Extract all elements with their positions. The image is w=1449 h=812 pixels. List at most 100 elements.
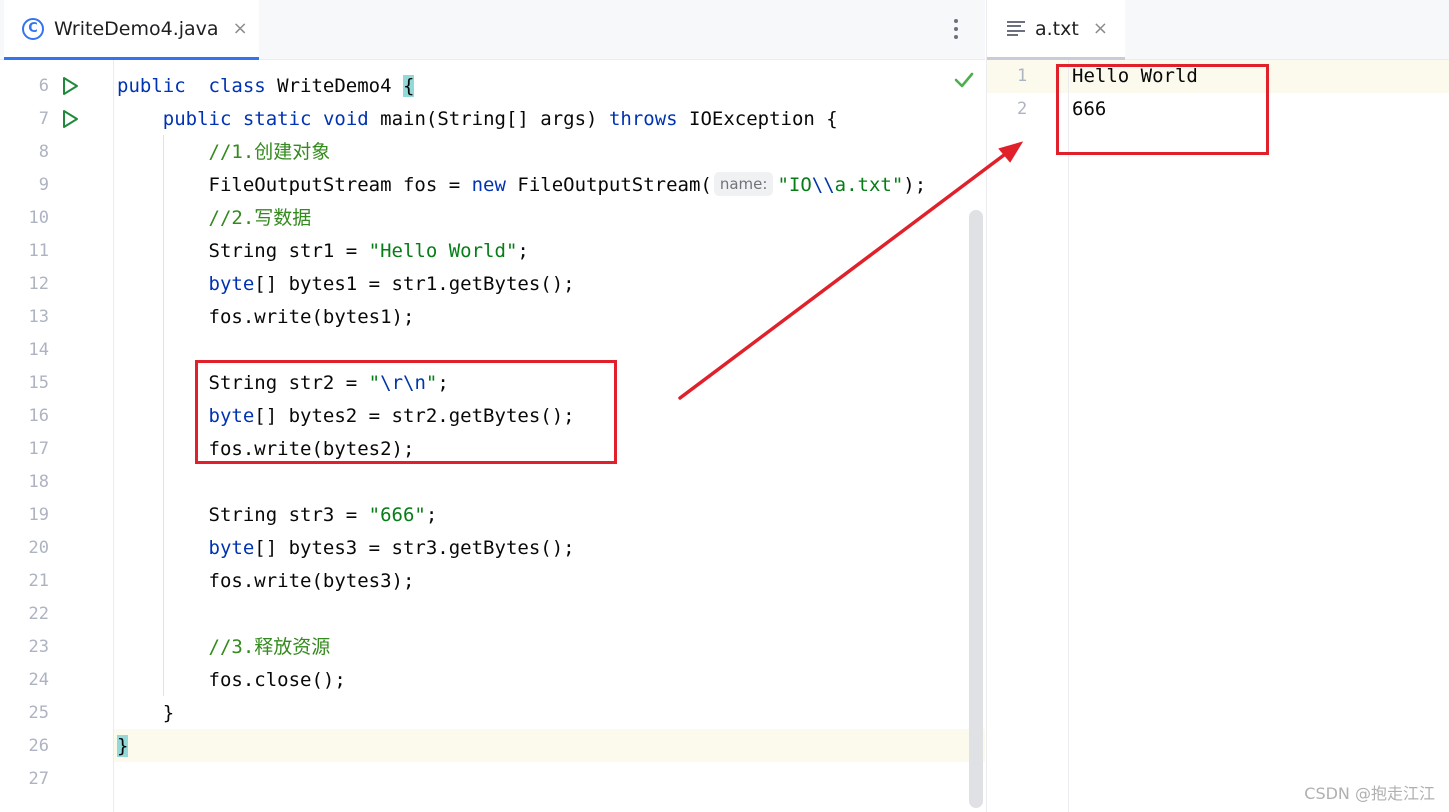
- code-token: [] bytes1 = str1.getBytes();: [254, 273, 575, 295]
- tab-writedemo4-java[interactable]: C WriteDemo4.java ×: [4, 0, 259, 60]
- code-token: FileOutputStream fos =: [117, 174, 472, 196]
- line-number: 16: [28, 406, 49, 426]
- code-token: WriteDemo4: [265, 75, 404, 97]
- line-number: 1: [1017, 66, 1028, 86]
- line-number-gutter: 6 7 8 9 10 11 12 13 14 15 16 17 18 19 20 21 22 23 24 25 26 27: [0, 60, 114, 812]
- code-token: String str3 =: [117, 504, 369, 526]
- check-icon[interactable]: [953, 70, 975, 90]
- line-number: 6: [38, 76, 49, 96]
- parameter-hint: name:: [713, 172, 774, 196]
- comment-token: //2.写数据: [208, 207, 312, 229]
- line-number: 19: [28, 505, 49, 525]
- text-file-icon: [1007, 20, 1025, 37]
- code-line[interactable]: fos.write(bytes1);: [117, 301, 415, 334]
- line-number: 25: [28, 703, 49, 723]
- code-line[interactable]: String str1 = "Hello World";: [117, 235, 529, 268]
- editor-tab-bar: a.txt ×: [987, 0, 1449, 60]
- code-token: fos.close();: [117, 669, 346, 691]
- code-line[interactable]: public static void main(String[] args) t…: [117, 103, 838, 136]
- code-line[interactable]: //1.创建对象: [117, 136, 331, 169]
- code-token: fos.write(bytes1);: [117, 306, 415, 328]
- line-number: 21: [28, 571, 49, 591]
- keyword-token: byte: [208, 537, 255, 559]
- code-token: [] bytes3 = str3.getBytes();: [254, 537, 575, 559]
- java-class-icon: C: [22, 17, 44, 40]
- more-options-icon[interactable]: [944, 16, 968, 42]
- code-token: ;: [517, 240, 529, 262]
- code-line[interactable]: }: [117, 697, 174, 730]
- keyword-token: static: [242, 108, 312, 130]
- annotation-box-newline-code: [195, 360, 617, 464]
- code-line[interactable]: //3.释放资源: [117, 631, 331, 664]
- code-token: FileOutputStream(: [505, 174, 712, 196]
- line-number-gutter: 12: [987, 60, 1069, 812]
- code-line[interactable]: FileOutputStream fos = new FileOutputStr…: [117, 169, 926, 202]
- string-token: \\: [811, 174, 835, 196]
- code-token: );: [903, 174, 927, 196]
- run-icon[interactable]: [60, 76, 80, 96]
- vertical-scrollbar[interactable]: [969, 210, 983, 808]
- code-line[interactable]: //2.写数据: [117, 202, 312, 235]
- line-number: 9: [38, 175, 49, 195]
- annotation-box-file-output: [1056, 64, 1269, 155]
- java-editor-pane: C WriteDemo4.java × 6 7 8 9 10 11 12 13 14 15 16 17…: [0, 0, 985, 812]
- code-token: }: [117, 735, 129, 757]
- code-line[interactable]: byte[] bytes1 = str1.getBytes();: [117, 268, 575, 301]
- keyword-token: void: [322, 108, 369, 130]
- code-line[interactable]: public class WriteDemo4 {: [117, 70, 415, 103]
- comment-token: //1.创建对象: [208, 141, 331, 163]
- code-token: fos.write(bytes3);: [117, 570, 415, 592]
- code-token: IOException {: [677, 108, 838, 130]
- line-number: 22: [28, 604, 49, 624]
- tab-label: WriteDemo4.java: [54, 17, 219, 40]
- line-number: 18: [28, 472, 49, 492]
- keyword-token: class: [208, 75, 266, 97]
- line-number: 27: [28, 769, 49, 789]
- close-icon[interactable]: ×: [233, 18, 248, 39]
- code-line[interactable]: fos.write(bytes3);: [117, 565, 415, 598]
- code-line[interactable]: byte[] bytes3 = str3.getBytes();: [117, 532, 575, 565]
- line-number: 24: [28, 670, 49, 690]
- line-number: 8: [38, 142, 49, 162]
- code-token: }: [117, 702, 175, 724]
- close-icon[interactable]: ×: [1093, 18, 1108, 39]
- line-number: 23: [28, 637, 49, 657]
- comment-token: //3.释放资源: [208, 636, 331, 658]
- tab-a-txt[interactable]: a.txt ×: [987, 0, 1125, 60]
- string-token: "666": [368, 504, 426, 526]
- line-number: 26: [28, 736, 49, 756]
- code-token: ;: [425, 504, 438, 526]
- line-number: 15: [28, 373, 49, 393]
- keyword-token: byte: [208, 273, 255, 295]
- keyword-token: new: [471, 174, 506, 196]
- string-token: a.txt": [834, 174, 904, 196]
- code-line[interactable]: fos.close();: [117, 664, 346, 697]
- line-number: 14: [28, 340, 49, 360]
- keyword-token: public: [162, 108, 232, 130]
- keyword-token: public: [117, 75, 186, 97]
- code-token: {: [403, 75, 415, 97]
- tab-label: a.txt: [1035, 17, 1079, 40]
- code-token: String str1 =: [117, 240, 369, 262]
- line-number: 11: [28, 241, 49, 261]
- code-line[interactable]: String str3 = "666";: [117, 499, 438, 532]
- line-number: 2: [1017, 99, 1028, 119]
- code-line[interactable]: }: [117, 730, 129, 763]
- editor-tab-bar: C WriteDemo4.java ×: [0, 0, 985, 60]
- line-number: 13: [28, 307, 49, 327]
- string-token: "Hello World": [368, 240, 518, 262]
- current-line-highlight: [0, 729, 985, 762]
- line-number: 7: [38, 109, 49, 129]
- watermark: CSDN @抱走江江: [1304, 784, 1435, 803]
- run-icon[interactable]: [60, 109, 80, 129]
- line-number: 12: [28, 274, 49, 294]
